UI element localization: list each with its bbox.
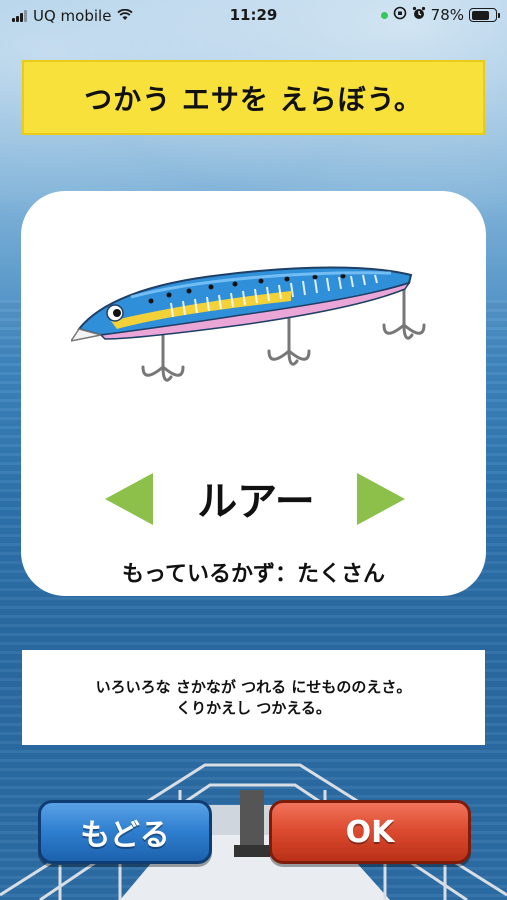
bait-name: ルアー	[197, 479, 315, 525]
previous-bait-arrow-icon[interactable]	[105, 473, 153, 525]
status-right: 78%	[380, 6, 500, 24]
battery-percent: 78%	[430, 6, 464, 24]
description-line-1: いろいろな さかなが つれる にせもののえさ。	[95, 677, 412, 696]
next-bait-arrow-icon[interactable]	[357, 473, 405, 525]
status-bar: UQ mobile 11:29 78%	[0, 0, 507, 32]
location-dot-icon	[380, 11, 388, 19]
bait-card: ルアー もっているかず：たくさん	[21, 191, 486, 596]
orientation-lock-icon	[393, 6, 407, 24]
battery-icon	[469, 8, 500, 22]
alarm-icon	[412, 6, 426, 24]
lure-image	[71, 266, 426, 382]
description-line-2: くりかえし つかえる。	[176, 698, 331, 717]
bait-count-label: もっているかず：たくさん	[122, 562, 385, 587]
page-title: つかう エサを えらぼう。	[22, 60, 485, 135]
bait-description-box: いろいろな さかなが つれる にせもののえさ。 くりかえし つかえる。	[22, 650, 485, 745]
ok-button[interactable]: OK	[269, 800, 471, 864]
back-button[interactable]: もどる	[38, 800, 212, 864]
